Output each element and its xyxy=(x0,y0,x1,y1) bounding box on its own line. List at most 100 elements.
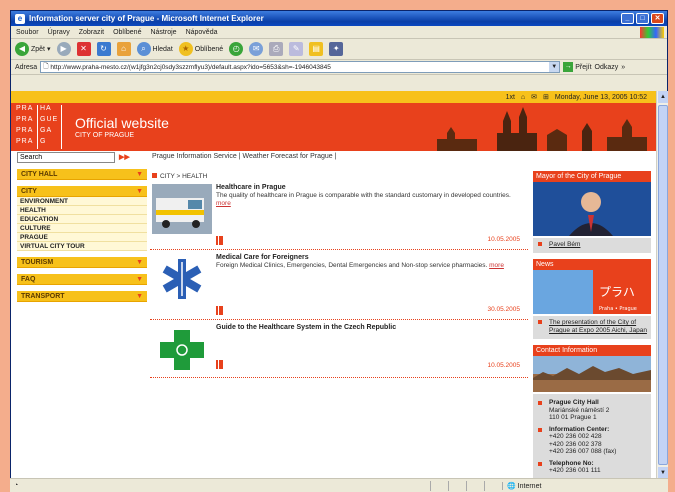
left-menu: CITY HALL ▼ CITY ▼ ENVIRONMENT HEALTH EDUC… xyxy=(17,169,147,302)
menu-faq[interactable]: FAQ ▼ xyxy=(17,274,147,285)
favorites-button[interactable]: ★ Oblíbené xyxy=(178,42,223,56)
submenu-item[interactable]: VIRTUAL CITY TOUR xyxy=(17,242,147,251)
logo-text: PRA xyxy=(14,105,38,116)
site-title-main: Official website xyxy=(75,115,169,131)
prague-logo[interactable]: PRA HA PRA GUE PRA GA PRA G xyxy=(11,103,65,151)
home-button[interactable]: ⌂ xyxy=(116,42,131,56)
chevron-down-icon: ▼ xyxy=(136,292,143,300)
submenu-item[interactable]: HEALTH xyxy=(17,206,147,215)
menu-favorites[interactable]: Oblíbené xyxy=(113,29,141,36)
article-title[interactable]: Guide to the Healthcare System in the Cz… xyxy=(216,324,396,331)
logo-text: HA xyxy=(38,105,62,116)
stop-button[interactable]: ✕ xyxy=(76,42,91,56)
expo-news-image[interactable]: プラハ Praha • Prague xyxy=(533,270,651,314)
article-desc-text: The quality of healthcare in Prague is c… xyxy=(216,192,511,199)
submenu-item[interactable]: ENVIRONMENT xyxy=(17,197,147,206)
article-title[interactable]: Healthcare in Prague xyxy=(216,184,286,191)
article-date: 10.05.2005 xyxy=(487,362,520,369)
vertical-scrollbar[interactable]: ▲ ▼ xyxy=(656,91,668,479)
home-icon[interactable]: ⌂ xyxy=(521,94,525,101)
address-input[interactable]: 🗋 http://www.praha-mesto.cz/(w1jfg3n2cj0… xyxy=(40,61,561,73)
scroll-thumb[interactable] xyxy=(658,105,668,465)
maximize-button[interactable]: □ xyxy=(636,13,649,24)
search-go-icon[interactable]: ▶▶ xyxy=(119,153,130,161)
prague-skyline-image xyxy=(407,103,657,151)
star-icon: ★ xyxy=(178,42,193,56)
more-link[interactable]: more xyxy=(216,200,231,207)
submenu-item[interactable]: CULTURE xyxy=(17,224,147,233)
links-chevron-icon[interactable]: » xyxy=(621,64,625,71)
contact-telephone: Telephone No: +420 236 001 111 xyxy=(533,458,651,477)
mayor-link[interactable]: Pavel Bém xyxy=(533,238,651,253)
breadcrumb-text[interactable]: CITY > HEALTH xyxy=(160,173,207,180)
go-button[interactable]: → Přejít xyxy=(563,62,592,72)
back-button[interactable]: ◀ Zpět ▾ xyxy=(15,42,51,56)
scroll-up-icon[interactable]: ▲ xyxy=(658,91,668,103)
contact-title: Prague City Hall xyxy=(549,399,599,406)
article-marker-icon xyxy=(216,236,223,245)
star-of-life-image[interactable] xyxy=(152,254,212,304)
more-link[interactable]: more xyxy=(489,262,504,269)
menu-bar: Soubor Úpravy Zobrazit Oblíbené Nástroje… xyxy=(11,26,667,39)
mail-button[interactable]: ✉ xyxy=(249,42,264,56)
menu-file[interactable]: Soubor xyxy=(16,29,39,36)
contact-box: Prague City Hall Mariánské náměstí 2 110… xyxy=(533,394,651,480)
breadcrumb: CITY > HEALTH xyxy=(152,173,207,180)
search-input[interactable] xyxy=(17,151,115,163)
article-item: Healthcare in Prague The quality of heal… xyxy=(150,180,528,250)
messenger-button[interactable]: ✦ xyxy=(329,42,344,56)
submenu-item[interactable]: PRAGUE xyxy=(17,233,147,242)
menu-transport-label: TRANSPORT xyxy=(21,292,65,300)
close-button[interactable]: ✕ xyxy=(651,13,664,24)
search-box: ▶▶ xyxy=(17,151,147,163)
folder-button[interactable]: ▤ xyxy=(309,42,324,56)
menu-city-hall[interactable]: CITY HALL ▼ xyxy=(17,169,147,180)
menu-transport[interactable]: TRANSPORT ▼ xyxy=(17,291,147,302)
menu-city[interactable]: CITY ▼ xyxy=(17,186,147,197)
search-button[interactable]: ⌕ Hledat xyxy=(136,42,173,56)
article-title[interactable]: Medical Care for Foreigners xyxy=(216,254,309,261)
window-title: Information server city of Prague - Micr… xyxy=(29,14,264,23)
ambulance-image[interactable] xyxy=(152,184,212,234)
refresh-button[interactable]: ↻ xyxy=(96,42,111,56)
mail-icon[interactable]: ✉ xyxy=(531,93,537,101)
menu-edit[interactable]: Úpravy xyxy=(48,29,70,36)
print-button[interactable]: ⎙ xyxy=(269,42,284,56)
text-only-link[interactable]: 1xt xyxy=(506,94,515,101)
mayor-name: Pavel Bém xyxy=(549,241,581,248)
news-link[interactable]: The presentation of the City of Prague a… xyxy=(533,316,651,339)
forward-button[interactable]: ▶ xyxy=(56,42,71,56)
back-arrow-icon: ◀ xyxy=(15,42,29,56)
article-date: 10.05.2005 xyxy=(487,236,520,243)
sitemap-icon[interactable]: ⊞ xyxy=(543,93,549,101)
toolbar: ◀ Zpět ▾ ▶ ✕ ↻ ⌂ ⌕ Hledat ★ Oblíbené ◴ ✉ ⎙ … xyxy=(11,39,667,60)
menu-view[interactable]: Zobrazit xyxy=(79,29,104,36)
article-marker-icon xyxy=(216,306,223,315)
menu-tourism[interactable]: TOURISM ▼ xyxy=(17,257,147,268)
submenu-item[interactable]: EDUCATION xyxy=(17,215,147,224)
top-nav-links[interactable]: Prague Information Service | Weather For… xyxy=(152,153,336,160)
logo-text: G xyxy=(38,138,62,149)
logo-text: GUE xyxy=(38,116,62,127)
status-bar: ◔ 🌐 Internet xyxy=(10,478,668,492)
back-label: Zpět xyxy=(31,45,46,53)
contact-title: Information Center: xyxy=(549,425,610,433)
links-button[interactable]: Odkazy xyxy=(595,64,619,71)
article-marker-icon xyxy=(216,360,223,369)
pharmacy-cross-image[interactable] xyxy=(152,324,212,374)
minimize-button[interactable]: _ xyxy=(621,13,634,24)
site-title-sub: CITY OF PRAGUE xyxy=(75,132,134,139)
history-button[interactable]: ◴ xyxy=(229,42,244,56)
logo-text: GA xyxy=(38,127,62,138)
address-dropdown-icon[interactable]: ▼ xyxy=(549,62,560,72)
windows-logo-icon xyxy=(640,26,664,38)
contact-line: +420 236 002 378 xyxy=(549,440,602,448)
mayor-photo[interactable] xyxy=(533,182,651,236)
address-url: http://www.praha-mesto.cz/(w1jfg3n2cj0sd… xyxy=(50,63,331,71)
edit-button[interactable]: ✎ xyxy=(289,42,304,56)
news-image-subtext: Praha • Prague xyxy=(599,306,637,312)
city-panorama-image xyxy=(533,356,651,392)
article-item: Guide to the Healthcare System in the Cz… xyxy=(150,320,528,378)
menu-help[interactable]: Nápověda xyxy=(186,29,218,36)
menu-tools[interactable]: Nástroje xyxy=(150,29,176,36)
